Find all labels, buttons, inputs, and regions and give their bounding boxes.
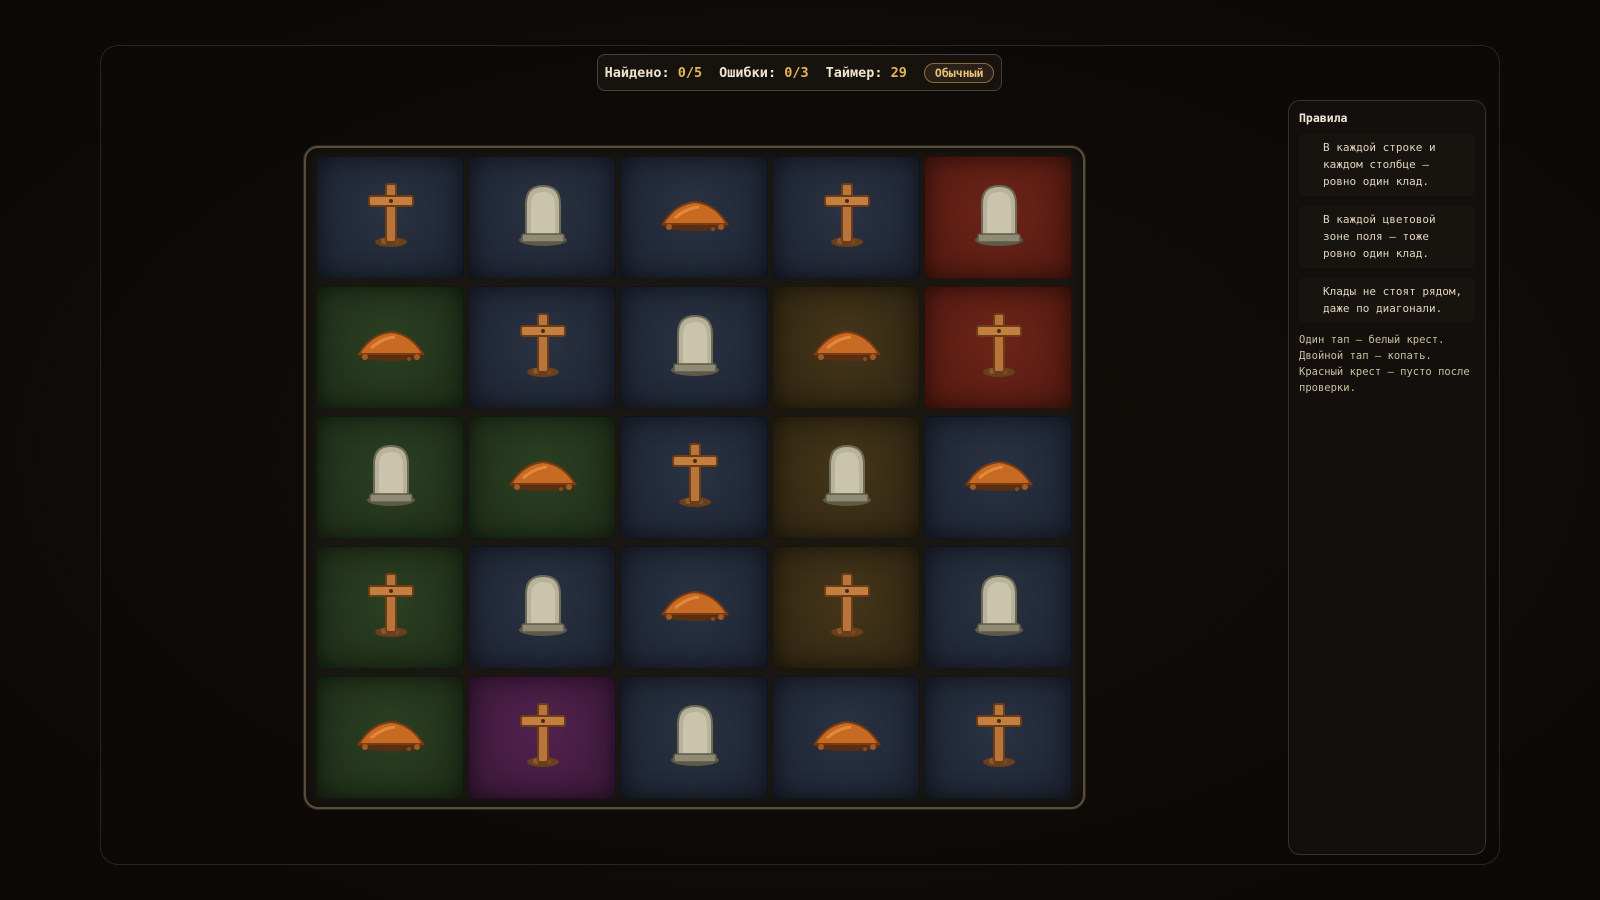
rule-item: Клады не стоят рядом, даже по диагонали. <box>1299 277 1475 323</box>
found-value: 0/5 <box>677 64 703 81</box>
status-bar: Найдено: 0/5 Ошибки: 0/3 Таймер: 29 Обыч… <box>597 54 1002 91</box>
errors-value: 0/3 <box>784 64 809 81</box>
board-cell[interactable] <box>468 286 616 409</box>
board-cell[interactable] <box>468 156 616 279</box>
board-cell[interactable] <box>924 416 1072 539</box>
board-cell[interactable] <box>772 156 920 279</box>
board-cell[interactable] <box>620 416 768 539</box>
board-cell[interactable] <box>316 416 464 539</box>
board-cell[interactable] <box>316 546 464 669</box>
board-cell[interactable] <box>468 676 616 799</box>
board-cell[interactable] <box>772 676 920 799</box>
controls-hint: Один тап — белый крест. Двойной тап — ко… <box>1299 334 1470 394</box>
board-cell[interactable] <box>316 156 464 279</box>
board-cell[interactable] <box>620 156 768 279</box>
found-counter: Найдено: 0/5 <box>605 65 703 81</box>
board-cell[interactable] <box>924 546 1072 669</box>
rule-item: В каждой строке и каждом столбце — ровно… <box>1299 133 1475 196</box>
board-cell[interactable] <box>620 546 768 669</box>
errors-counter: Ошибки: 0/3 <box>719 65 808 81</box>
board-cell[interactable] <box>620 286 768 409</box>
board-cell[interactable] <box>924 156 1072 279</box>
found-label: Найдено: <box>604 64 670 81</box>
board-cell[interactable] <box>772 416 920 539</box>
board-cell[interactable] <box>924 286 1072 409</box>
board-cell[interactable] <box>316 676 464 799</box>
timer-label: Таймер: <box>825 64 883 81</box>
board-cell[interactable] <box>468 546 616 669</box>
timer-value: 29 <box>890 64 907 81</box>
rule-item: В каждой цветовой зоне поля — тоже ровно… <box>1299 205 1475 268</box>
board-cell[interactable] <box>620 676 768 799</box>
game-board <box>304 146 1085 809</box>
board-cell[interactable] <box>772 286 920 409</box>
board-cell[interactable] <box>772 546 920 669</box>
board-cell[interactable] <box>468 416 616 539</box>
difficulty-mode-badge[interactable]: Обычный <box>923 62 995 83</box>
rules-panel: Правила В каждой строке и каждом столбце… <box>1288 100 1486 855</box>
board-cell[interactable] <box>924 676 1072 799</box>
timer: Таймер: 29 <box>826 65 907 81</box>
errors-label: Ошибки: <box>719 64 777 81</box>
rules-title: Правила <box>1299 111 1348 125</box>
board-cell[interactable] <box>316 286 464 409</box>
